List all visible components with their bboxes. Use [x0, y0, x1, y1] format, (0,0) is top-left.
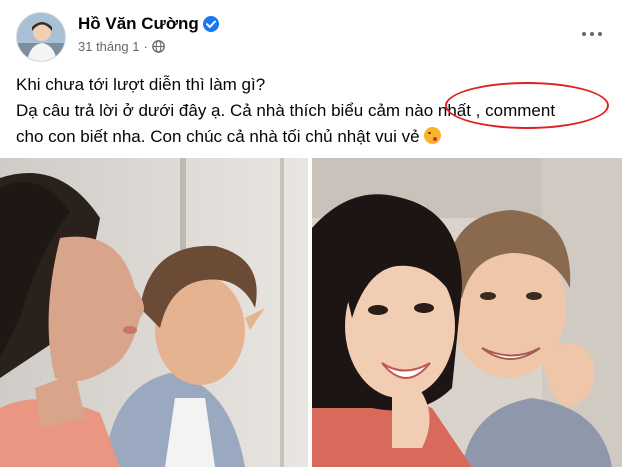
more-dot [598, 32, 602, 36]
photo-funny-selfie[interactable] [312, 158, 622, 467]
author-avatar[interactable] [16, 12, 66, 62]
post-text-line-2: Dạ câu trả lời ở dưới đây ạ. Cả nhà thíc… [16, 101, 556, 120]
more-dot [590, 32, 594, 36]
more-horizontal-icon [582, 32, 586, 36]
photo-image [0, 158, 308, 467]
post-text: Khi chưa tới lượt diễn thì làm gì? Dạ câ… [16, 72, 612, 150]
post-timestamp[interactable]: 31 tháng 1 [78, 39, 139, 54]
post-text-line-3: cho con biết nha. Con chúc cả nhà tối ch… [16, 127, 420, 146]
globe-icon[interactable] [151, 40, 165, 53]
post-text-line-1: Khi chưa tới lượt diễn thì làm gì? [16, 75, 266, 94]
meta-separator: · [143, 39, 148, 54]
photo-image [312, 158, 622, 467]
post-meta: 31 tháng 1 · [78, 39, 165, 54]
author-name[interactable]: Hồ Văn Cường [78, 14, 199, 34]
photo-profile-pose[interactable] [0, 158, 308, 467]
post-header: Hồ Văn Cường 31 tháng 1 · [16, 10, 612, 64]
more-options-button[interactable] [574, 20, 610, 48]
face-blowing-kiss-icon [423, 127, 441, 144]
photo-grid [0, 158, 622, 467]
post-text-line-3-wrap: cho con biết nha. Con chúc cả nhà tối ch… [16, 124, 612, 150]
avatar-photo [17, 13, 65, 61]
verified-badge-icon [203, 16, 219, 32]
